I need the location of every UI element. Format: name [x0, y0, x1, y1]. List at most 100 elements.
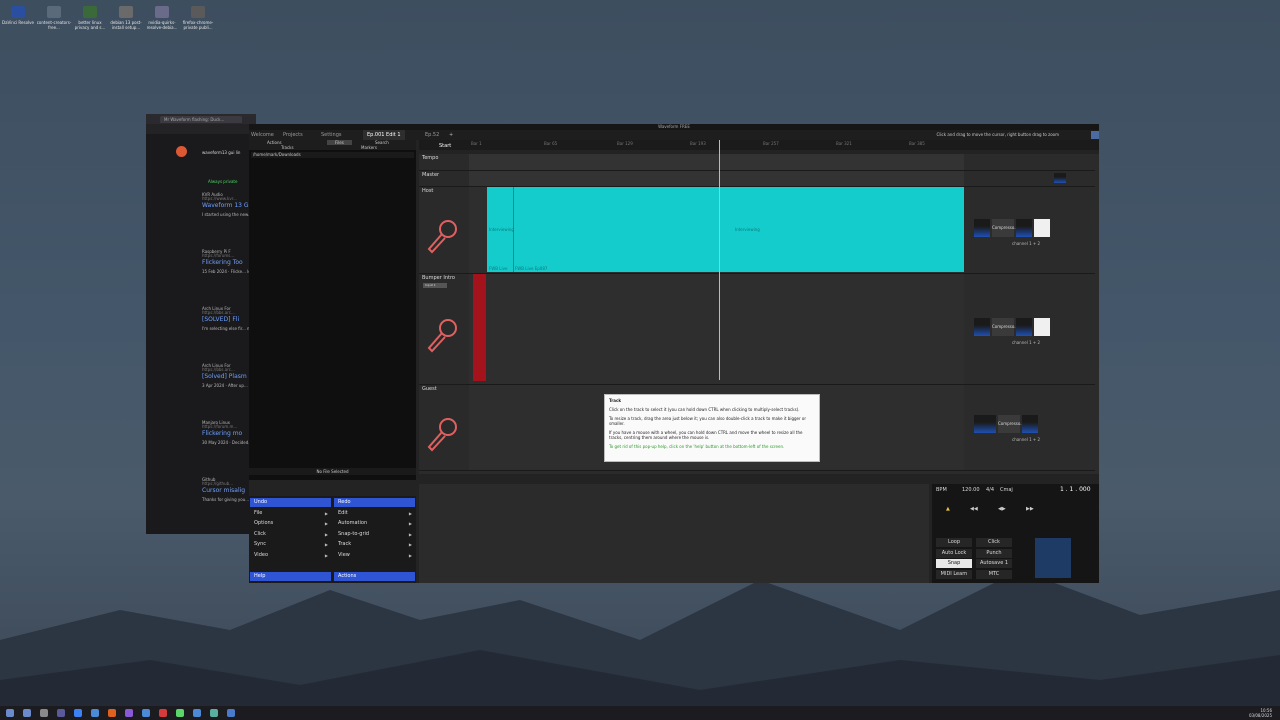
plugin-slot[interactable]	[974, 415, 996, 433]
taskbar-app-icon[interactable]	[176, 709, 184, 717]
browser-urlbar[interactable]	[146, 124, 256, 134]
search-result-title[interactable]: Cursor misalig	[202, 487, 250, 494]
desktop-icon[interactable]: nvidia-quirks-resolve-debia...	[144, 6, 180, 30]
menu-item-undo[interactable]: Undo	[250, 498, 331, 507]
pan-plugin[interactable]	[1034, 318, 1050, 336]
audio-clip-host[interactable]: Interviewing Interviewing FWB Live FWB L…	[487, 187, 964, 272]
bpm-value[interactable]: 120.00	[962, 487, 980, 493]
menu-item-click[interactable]: Click ▶	[250, 530, 331, 539]
browser-tab-actions[interactable]: Actions	[267, 140, 282, 145]
plugin-slot[interactable]	[974, 219, 990, 237]
taskbar-app-icon[interactable]	[23, 709, 31, 717]
track-lane-bumper[interactable]	[469, 274, 964, 385]
transport-midi-learn-button[interactable]: MIDI Learn	[936, 569, 972, 579]
transport-punch-button[interactable]: Punch	[976, 548, 1012, 558]
menu-item-edit[interactable]: Edit ▶	[334, 509, 415, 518]
compressor-plugin[interactable]: Compresso...	[992, 219, 1018, 237]
taskbar-app-icon[interactable]	[57, 709, 65, 717]
level-meter[interactable]	[1035, 538, 1071, 578]
track-header-master[interactable]: Master	[419, 171, 469, 187]
volume-plugin[interactable]	[1016, 318, 1032, 336]
position-display[interactable]: 1 . 1 . 000	[1060, 486, 1091, 493]
desktop-icon[interactable]: debian 13 post-install setup...	[108, 6, 144, 30]
folder-path[interactable]: /home/mark/Downloads	[251, 152, 414, 158]
desktop-icon[interactable]: content-creators-free...	[36, 6, 72, 30]
plugin-slot[interactable]	[974, 318, 990, 336]
track-lane-tempo[interactable]	[469, 154, 964, 171]
desktop-icon[interactable]: better linux privacy and s...	[72, 6, 108, 30]
taskbar-app-icon[interactable]	[210, 709, 218, 717]
input-selector[interactable]: Input 1	[423, 283, 447, 288]
transport-click-button[interactable]: Click	[976, 538, 1012, 547]
search-result-title[interactable]: [Solved] Plasm	[202, 373, 250, 380]
menu-item-view[interactable]: View ▶	[334, 551, 415, 560]
tab-settings[interactable]: Settings	[321, 130, 342, 140]
time-signature[interactable]: 4/4	[986, 487, 994, 493]
tab-welcome[interactable]: Welcome	[251, 130, 274, 140]
fast-forward-icon[interactable]: ▶▶	[1026, 506, 1034, 512]
taskbar-app-icon[interactable]	[91, 709, 99, 717]
search-result-title[interactable]: [SOLVED] Fli	[202, 316, 250, 323]
menu-item-redo[interactable]: Redo	[334, 498, 415, 507]
taskbar-app-icon[interactable]	[227, 709, 235, 717]
menu-item-sync[interactable]: Sync ▶	[250, 540, 331, 549]
taskbar-app-icon[interactable]	[193, 709, 201, 717]
taskbar-app-icon[interactable]	[40, 709, 48, 717]
menu-item-snap-to-grid[interactable]: Snap-to-grid ▶	[334, 530, 415, 539]
browser-tab-markers[interactable]: Markers	[361, 145, 377, 150]
browser-tab-files[interactable]: Files	[327, 140, 352, 145]
menu-item-help[interactable]: Help	[250, 572, 331, 581]
taskbar-app-icon[interactable]	[74, 709, 82, 717]
desktop-icon[interactable]: DaVinci Resolve	[0, 6, 36, 25]
transport-auto-lock-button[interactable]: Auto Lock	[936, 548, 972, 558]
close-window-icon[interactable]	[1091, 131, 1099, 139]
track-header-host[interactable]: Host	[419, 187, 469, 274]
timeline-ruler[interactable]: Start Bar 1 Bar 65 Bar 129 Bar 193 Bar 257 Ba…	[419, 140, 1099, 150]
track-lane-host[interactable]: Interviewing Interviewing FWB Live FWB L…	[469, 187, 964, 274]
menu-item-automation[interactable]: Automation ▶	[334, 519, 415, 528]
taskbar-app-icon[interactable]	[108, 709, 116, 717]
key-signature[interactable]: Cmaj	[1000, 487, 1013, 493]
compressor-plugin[interactable]: Compresso...	[992, 318, 1018, 336]
transport-autosave-1-button[interactable]: Autosave 1	[976, 559, 1012, 568]
track-header-guest[interactable]: Guest	[419, 385, 469, 471]
tab-projects[interactable]: Projects	[283, 130, 303, 140]
browser-tab-tracks[interactable]: Tracks	[281, 145, 294, 150]
warning-icon[interactable]: ▲	[946, 506, 950, 512]
taskbar-app-icon[interactable]	[125, 709, 133, 717]
taskbar-app-icon[interactable]	[142, 709, 150, 717]
menu-item-file[interactable]: File ▶	[250, 509, 331, 518]
search-result-title[interactable]: Flickering Too	[202, 259, 250, 266]
pan-plugin[interactable]	[1034, 219, 1050, 237]
search-result-title[interactable]: Waveform 13 G	[202, 202, 250, 209]
desktop-icon[interactable]: firefox-chrome-private publi...	[180, 6, 216, 30]
start-marker[interactable]: Start	[439, 143, 451, 149]
compressor-plugin[interactable]: Compresso...	[998, 415, 1024, 433]
tab-ep52[interactable]: Ep.52	[425, 130, 439, 140]
taskbar-app-icon[interactable]	[6, 709, 14, 717]
transport-loop-button[interactable]: Loop	[936, 538, 972, 547]
master-plugin[interactable]	[1054, 173, 1066, 183]
menu-item-options[interactable]: Options ▶	[250, 519, 331, 528]
transport-snap-button[interactable]: Snap	[936, 559, 972, 568]
transport-mtc-button[interactable]: MTC	[976, 569, 1012, 579]
track-lane-master[interactable]	[469, 171, 964, 187]
volume-plugin[interactable]	[1016, 219, 1032, 237]
audio-clip-bumper[interactable]	[473, 274, 486, 381]
taskbar-app-icon[interactable]	[159, 709, 167, 717]
rewind-icon[interactable]: ◀◀	[970, 506, 978, 512]
track-header-tempo[interactable]: Tempo	[419, 154, 469, 171]
track-header-bumper[interactable]: Bumper Intro Input 1	[419, 274, 469, 385]
menu-item-video[interactable]: Video ▶	[250, 551, 331, 560]
browser-tab[interactable]: Mr Waveform flashing: Duck...	[160, 116, 242, 123]
add-tab-icon[interactable]: +	[449, 130, 453, 140]
play-icon[interactable]: ◀▶	[998, 506, 1006, 512]
playhead-cursor[interactable]	[719, 140, 720, 380]
tab-edit[interactable]: Ep.001 Edit 1	[363, 130, 405, 140]
browser-tab-search[interactable]: Search	[375, 140, 389, 145]
search-result-title[interactable]: Flickering mo	[202, 430, 250, 437]
menu-item-actions[interactable]: Actions	[334, 572, 415, 581]
search-query-text[interactable]: waveform13 gui lin	[202, 150, 250, 155]
menu-item-track[interactable]: Track ▶	[334, 540, 415, 549]
volume-plugin[interactable]	[1022, 415, 1038, 433]
